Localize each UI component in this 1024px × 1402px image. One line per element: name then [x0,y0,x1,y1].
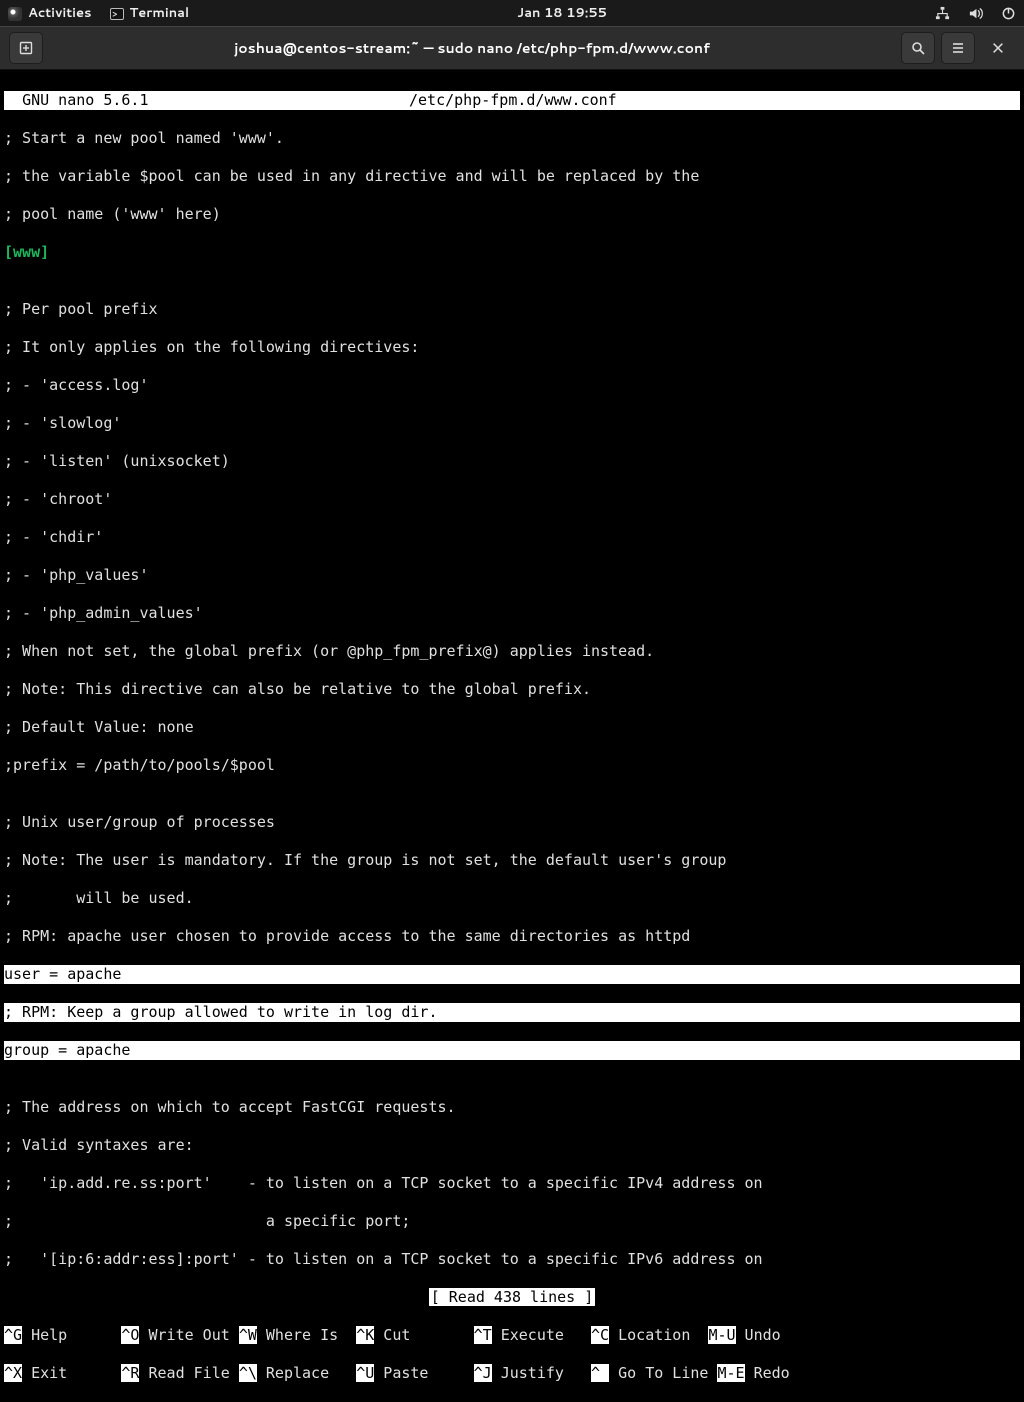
editor-line: ; When not set, the global prefix (or @p… [4,642,1020,661]
editor-line: ; - 'chdir' [4,528,1020,547]
menu-button[interactable] [941,32,975,64]
editor-line: ; - 'access.log' [4,376,1020,395]
editor-line: ; The address on which to accept FastCGI… [4,1098,1020,1117]
editor-line-selected: user = apache [4,965,1020,984]
editor-line: ; Per pool prefix [4,300,1020,319]
nano-version: GNU nano 5.6.1 [22,91,148,109]
editor-line: ; a specific port; [4,1212,1020,1231]
nano-shortcuts-row1: ^G Help ^O Write Out ^W Where Is ^K Cut … [4,1326,1020,1345]
editor-line: ;prefix = /path/to/pools/$pool [4,756,1020,775]
editor-line: ; '[ip:6:addr:ess]:port' - to listen on … [4,1250,1020,1269]
editor-line: ; 'ip.add.re.ss:port' - to listen on a T… [4,1174,1020,1193]
editor-line: ; the variable $pool can be used in any … [4,167,1020,186]
editor-line: ; - 'php_values' [4,566,1020,585]
editor-line: ; - 'slowlog' [4,414,1020,433]
editor-line-selected: ; RPM: Keep a group allowed to write in … [4,1003,1020,1022]
window-title: joshua@centos-stream:~ — sudo nano /etc/… [46,38,898,58]
editor-line: ; RPM: apache user chosen to provide acc… [4,927,1020,946]
close-button[interactable] [981,32,1015,64]
activities-label: Activities [28,4,92,22]
network-icon[interactable] [935,6,950,21]
terminal-icon [110,8,124,20]
gnome-topbar: Activities Terminal Jan 18 19:55 [0,0,1024,26]
editor-line: ; It only applies on the following direc… [4,338,1020,357]
editor-line: [www] [4,243,1020,262]
nano-header: GNU nano 5.6.1/etc/php-fpm.d/www.conf [4,91,1020,110]
terminal-indicator[interactable]: Terminal [110,4,190,22]
editor-line: ; Note: This directive can also be relat… [4,680,1020,699]
editor-line: ; - 'chroot' [4,490,1020,509]
activities-button[interactable]: Activities [8,4,92,22]
editor-line: ; will be used. [4,889,1020,908]
new-tab-button[interactable] [9,32,43,64]
volume-icon[interactable] [968,6,983,21]
editor-line-selected: group = apache [4,1041,1020,1060]
nano-filepath: /etc/php-fpm.d/www.conf [409,91,617,110]
editor-line: ; pool name ('www' here) [4,205,1020,224]
power-icon[interactable] [1001,6,1016,21]
editor-line: ; - 'php_admin_values' [4,604,1020,623]
search-button[interactable] [901,32,935,64]
editor-line: ; - 'listen' (unixsocket) [4,452,1020,471]
editor-line: ; Start a new pool named 'www'. [4,129,1020,148]
nano-status: [ Read 438 lines ] [4,1288,1020,1307]
clock[interactable]: Jan 18 19:55 [189,4,935,22]
nano-shortcuts-row2: ^X Exit ^R Read File ^\ Replace ^U Paste… [4,1364,1020,1383]
activities-icon [8,7,22,21]
editor-line: ; Default Value: none [4,718,1020,737]
terminal-label: Terminal [130,4,190,22]
editor-line: ; Note: The user is mandatory. If the gr… [4,851,1020,870]
terminal-viewport[interactable]: GNU nano 5.6.1/etc/php-fpm.d/www.conf ; … [0,70,1024,1402]
editor-line: ; Valid syntaxes are: [4,1136,1020,1155]
editor-line: ; Unix user/group of processes [4,813,1020,832]
window-titlebar: joshua@centos-stream:~ — sudo nano /etc/… [0,26,1024,70]
